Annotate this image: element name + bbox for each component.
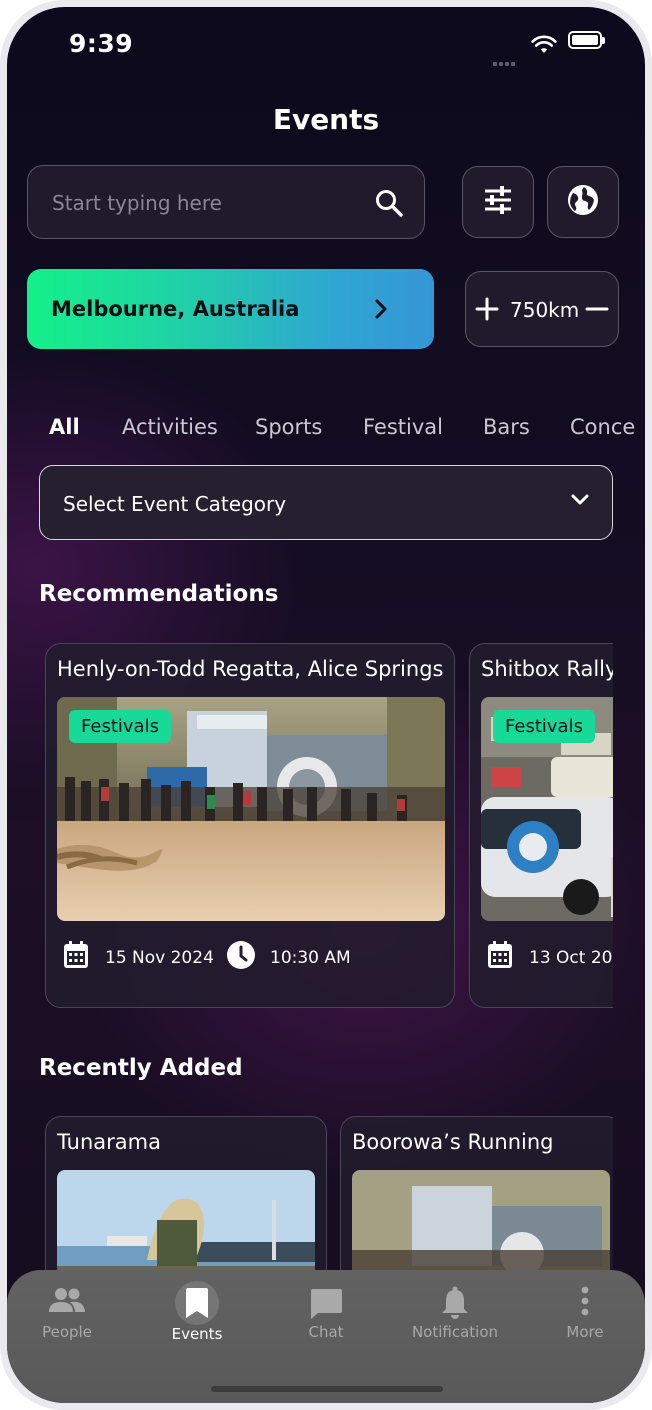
nav-label: Events: [171, 1325, 223, 1343]
event-date: 13 Oct 202: [486, 940, 613, 975]
radius-stepper: 750km: [465, 271, 619, 347]
nav-label: Chat: [308, 1323, 344, 1341]
phone-frame: 9:39 Events Start typing here Melbourne,…: [0, 0, 652, 1410]
event-time-text: 10:30 AM: [270, 947, 351, 968]
nav-chat[interactable]: Chat: [266, 1270, 386, 1370]
category-tag: Festivals: [493, 710, 595, 743]
chevron-right-icon: [374, 299, 388, 323]
chat-icon: [266, 1286, 386, 1320]
nav-label: Notification: [411, 1323, 499, 1341]
globe-button[interactable]: [547, 166, 619, 238]
event-card[interactable]: Tunarama: [45, 1116, 327, 1276]
tab-all[interactable]: All: [49, 415, 80, 439]
clock-icon: [226, 940, 256, 975]
bookmark-icon: [137, 1280, 257, 1326]
event-date: 15 Nov 2024: [62, 940, 214, 975]
nav-notification[interactable]: Notification: [395, 1270, 515, 1370]
location-label: Melbourne, Australia: [51, 297, 300, 321]
event-photo: [57, 1170, 315, 1276]
search-input[interactable]: [50, 166, 364, 240]
event-date-text: 15 Nov 2024: [105, 947, 214, 968]
filter-button[interactable]: [462, 166, 534, 238]
category-tag: Festivals: [69, 710, 171, 743]
nav-label: More: [566, 1323, 604, 1341]
status-time: 9:39: [69, 29, 134, 58]
event-category-select[interactable]: Select Event Category: [39, 465, 613, 540]
search-box: [27, 165, 425, 240]
page-title: Events: [272, 103, 380, 136]
tab-festival[interactable]: Festival: [363, 415, 443, 439]
tab-concerts[interactable]: Conce: [570, 415, 635, 439]
event-card[interactable]: Boorowa’s Running: [340, 1116, 613, 1276]
recommendations-carousel: Henly-on-Todd Regatta, Alice Springs Fes…: [45, 643, 613, 1013]
event-title: Boorowa’s Running: [352, 1130, 554, 1154]
event-title: Tunarama: [57, 1130, 161, 1154]
tab-sports[interactable]: Sports: [255, 415, 322, 439]
app-screen: 9:39 Events Start typing here Melbourne,…: [7, 7, 645, 1403]
tab-bars[interactable]: Bars: [483, 415, 530, 439]
signal-icon: [493, 51, 517, 70]
event-time: 10:30 AM: [226, 940, 351, 975]
home-indicator[interactable]: [211, 1386, 443, 1392]
bell-icon: [395, 1286, 515, 1320]
nav-label: People: [42, 1323, 92, 1341]
recently-added-heading: Recently Added: [39, 1055, 243, 1081]
select-label: Select Event Category: [63, 492, 287, 516]
location-selector[interactable]: Melbourne, Australia: [27, 269, 434, 349]
event-photo: Festivals: [57, 697, 445, 921]
event-date-text: 13 Oct 202: [529, 947, 613, 968]
event-title: Shitbox Rally: [481, 657, 613, 681]
event-title: Henly-on-Todd Regatta, Alice Springs: [57, 657, 444, 681]
tab-activities[interactable]: Activities: [122, 415, 218, 439]
calendar-icon: [62, 940, 90, 975]
nav-more[interactable]: More: [525, 1270, 645, 1370]
nav-people[interactable]: People: [7, 1270, 127, 1370]
globe-icon: [567, 184, 599, 220]
chevron-down-icon: [570, 490, 590, 514]
search-icon[interactable]: [374, 188, 404, 222]
more-vertical-icon: [525, 1286, 645, 1316]
people-icon: [7, 1286, 127, 1314]
event-photo: [352, 1170, 610, 1276]
sliders-icon: [483, 186, 513, 218]
minus-icon[interactable]: [584, 296, 610, 326]
wifi-icon: [531, 35, 557, 59]
event-card[interactable]: Shitbox Rally Festivals 13 Oct 20: [469, 643, 613, 1008]
calendar-icon: [486, 940, 514, 975]
battery-icon: [568, 31, 605, 49]
recommendations-heading: Recommendations: [39, 581, 279, 607]
event-photo: Festivals: [481, 697, 613, 921]
plus-icon[interactable]: [474, 296, 500, 326]
bottom-nav: People Events Chat Notification More: [7, 1270, 645, 1403]
nav-events[interactable]: Events: [137, 1270, 257, 1370]
event-card[interactable]: Henly-on-Todd Regatta, Alice Springs Fes…: [45, 643, 455, 1008]
recently-added-carousel: Tunarama Boorowa’s Running: [45, 1116, 613, 1276]
radius-value: 750km: [510, 298, 580, 322]
